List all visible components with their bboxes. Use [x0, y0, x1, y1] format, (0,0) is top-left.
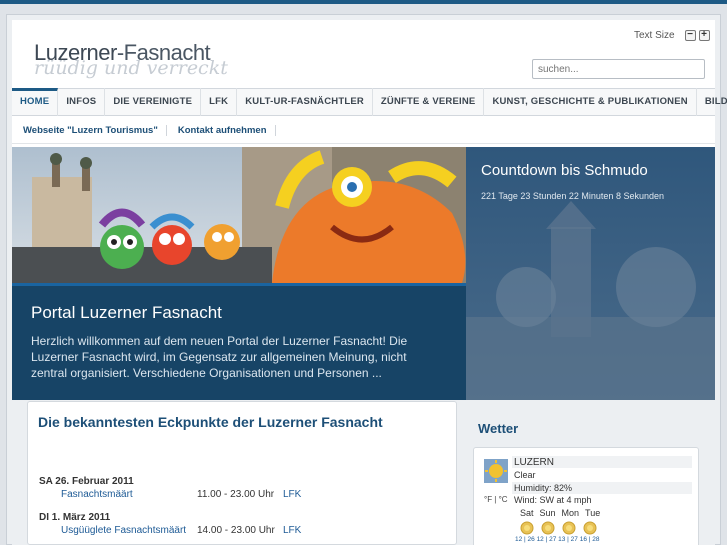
forecast-temperatures: 12 | 26 12 | 27 13 | 27 16 | 28	[515, 536, 600, 543]
weather-humidity: Humidity: 82%	[514, 483, 573, 493]
forecast-day: Sun	[539, 508, 556, 518]
forecast-sun-icon	[541, 521, 555, 535]
nav-item-kult-ur-fasnaechtler[interactable]: KULT-UR-FASNÄCHTLER	[237, 88, 373, 116]
increase-text-size-button[interactable]: +	[698, 30, 710, 41]
hero-side-image	[466, 147, 715, 400]
countdown-title: Countdown bis Schmudo	[481, 162, 648, 179]
event-org-link[interactable]: LFK	[283, 525, 301, 536]
events-title: Die bekanntesten Eckpunkte der Luzerner …	[38, 414, 383, 430]
weather-wind: Wind: SW at 4 mph	[514, 495, 592, 505]
top-accent-bar	[0, 0, 727, 4]
hero-carnival-image[interactable]	[12, 147, 466, 283]
logo-main-text: Luzerner	[34, 40, 117, 65]
countdown-text: 221 Tage 23 Stunden 22 Minuten 8 Sekunde…	[481, 191, 664, 201]
sun-icon	[484, 459, 508, 483]
logo-title: Luzerner-Fasnacht	[34, 40, 211, 66]
temperature-unit-toggle[interactable]: °F | °C	[484, 495, 508, 504]
text-size-control: Text Size − +	[634, 30, 710, 41]
event-date: DI 1. März 2011	[39, 512, 111, 523]
forecast-sun-icon	[520, 521, 534, 535]
event-name-link[interactable]: Fasnachtsmäärt	[61, 489, 133, 500]
search-input[interactable]	[532, 59, 705, 79]
hero-section: Countdown bis Schmudo 221 Tage 23 Stunde…	[12, 147, 715, 400]
event-date: SA 26. Februar 2011	[39, 476, 134, 487]
logo-dash-text: -Fasnacht	[116, 40, 211, 65]
event-name-link[interactable]: Usgüüglete Fasnachtsmäärt	[61, 525, 186, 536]
hero-text: Herzlich willkommen auf dem neuen Portal…	[31, 334, 408, 380]
event-time: 14.00 - 23.00 Uhr	[197, 525, 275, 536]
text-size-label: Text Size	[634, 30, 675, 41]
hero-title[interactable]: Portal Luzerner Fasnacht	[31, 303, 222, 323]
main-nav: HOME INFOS DIE VEREINIGTE LFK KULT-UR-FA…	[12, 88, 727, 116]
decrease-text-size-button[interactable]: −	[684, 30, 696, 41]
forecast-sun-icon	[583, 521, 597, 535]
hero-panel: Portal Luzerner Fasnacht Herzlich willko…	[12, 283, 466, 400]
weather-condition: Clear	[514, 470, 536, 480]
nav-item-zuenfte-vereine[interactable]: ZÜNFTE & VEREINE	[373, 88, 485, 116]
weather-city: LUZERN	[514, 457, 555, 468]
nav-item-kunst-geschichte[interactable]: KUNST, GESCHICHTE & PUBLIKATIONEN	[484, 88, 697, 116]
nav-item-lfk[interactable]: LFK	[201, 88, 238, 116]
nav-item-bilder[interactable]: BILDER	[697, 88, 727, 116]
forecast-sun-icon	[562, 521, 576, 535]
weather-widget: LUZERN Clear Humidity: 82% Wind: SW at 4…	[473, 447, 699, 545]
forecast-day: Tue	[585, 508, 601, 518]
nav-item-infos[interactable]: INFOS	[58, 88, 106, 116]
subnav-link-kontakt[interactable]: Kontakt aufnehmen	[167, 125, 276, 136]
nav-item-home[interactable]: HOME	[12, 88, 59, 116]
events-box: Die bekanntesten Eckpunkte der Luzerner …	[27, 401, 457, 545]
nav-item-die-vereinigte[interactable]: DIE VEREINIGTE	[105, 88, 202, 116]
forecast-day: Mon	[561, 508, 580, 518]
forecast-day: Sat	[520, 508, 534, 518]
event-org-link[interactable]: LFK	[283, 489, 301, 500]
site-logo[interactable]: rüüdig und verreckt Luzerner-Fasnacht	[34, 40, 234, 90]
event-time: 11.00 - 23.00 Uhr	[197, 489, 275, 500]
subnav-link-luzern-tourismus[interactable]: Webseite "Luzern Tourismus"	[12, 125, 167, 136]
sub-nav: Webseite "Luzern Tourismus" Kontakt aufn…	[12, 118, 715, 144]
forecast-days: Sat Sun Mon Tue	[520, 508, 600, 518]
weather-title: Wetter	[478, 421, 519, 436]
